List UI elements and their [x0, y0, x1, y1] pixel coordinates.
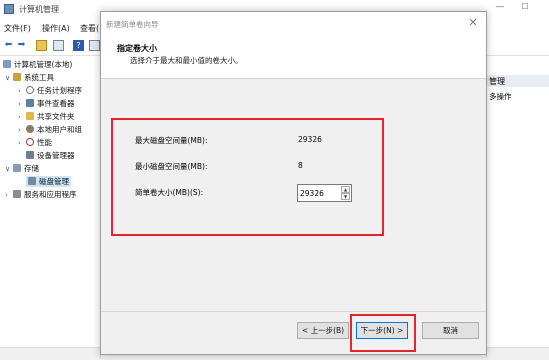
- computer-icon: [3, 60, 11, 68]
- wizard-heading: 指定卷大小: [117, 44, 157, 53]
- storage-icon: [13, 164, 21, 172]
- wizard-header: 指定卷大小 选择介于最大和最小值的卷大小。: [101, 34, 486, 79]
- tree-label: 系统工具: [24, 73, 54, 82]
- maximize-button[interactable]: ☐: [518, 2, 532, 14]
- chevron-down-icon[interactable]: ∨: [5, 165, 13, 173]
- background-window-title: 计算机管理: [19, 5, 59, 14]
- tree-label: 本地用户和组: [37, 125, 82, 134]
- new-simple-volume-wizard: 新建简单卷向导 ✕ 指定卷大小 选择介于最大和最小值的卷大小。 最大磁盘空间量(…: [100, 11, 487, 355]
- next-button-highlight-box: [350, 314, 416, 352]
- chevron-right-icon[interactable]: ›: [5, 191, 13, 199]
- tree-item-computer-management[interactable]: 计算机管理(本地): [3, 59, 72, 70]
- up-folder-icon[interactable]: [36, 40, 47, 51]
- properties-icon[interactable]: [89, 40, 100, 51]
- tree-item-event-viewer[interactable]: › 事件查看器: [18, 98, 75, 109]
- tree-item-disk-management[interactable]: 磁盘管理: [26, 176, 71, 187]
- navigation-tree: 计算机管理(本地) ∨ 系统工具 › 任务计划程序 › 事件查看器 › 共享文件夹 › 本…: [0, 57, 101, 347]
- actions-header: 管理: [487, 75, 549, 87]
- tree-item-storage[interactable]: ∨ 存储: [5, 163, 39, 174]
- tree-item-system-tools[interactable]: ∨ 系统工具: [5, 72, 54, 83]
- tree-item-performance[interactable]: › 性能: [18, 137, 52, 148]
- tree-item-services-applications[interactable]: › 服务和应用程序: [5, 189, 77, 200]
- clock-icon: [26, 86, 34, 94]
- tree-label: 计算机管理(本地): [14, 60, 73, 69]
- disk-icon: [28, 177, 36, 185]
- tree-item-shared-folders[interactable]: › 共享文件夹: [18, 111, 75, 122]
- help-icon[interactable]: ?: [73, 40, 84, 51]
- menu-file[interactable]: 文件(F): [4, 23, 31, 34]
- computer-management-icon: [4, 4, 14, 14]
- wizard-subheading: 选择介于最大和最小值的卷大小。: [130, 56, 243, 65]
- cancel-button[interactable]: 取消: [422, 322, 479, 339]
- dialog-title: 新建简单卷向导: [106, 20, 159, 29]
- show-hide-tree-icon[interactable]: [53, 40, 64, 51]
- tree-label: 存储: [24, 164, 39, 173]
- forward-arrow-icon[interactable]: ➡: [16, 40, 27, 51]
- users-icon: [26, 125, 34, 133]
- status-segment: [0, 350, 101, 358]
- chevron-right-icon[interactable]: ›: [18, 126, 26, 134]
- back-arrow-icon[interactable]: ⬅: [3, 40, 14, 51]
- menu-action[interactable]: 操作(A): [42, 23, 70, 34]
- tree-label: 事件查看器: [37, 99, 75, 108]
- tree-item-task-scheduler[interactable]: › 任务计划程序: [18, 85, 82, 96]
- more-actions-link[interactable]: 多操作: [489, 91, 512, 102]
- tree-label: 磁盘管理: [39, 177, 69, 186]
- minimize-button[interactable]: —: [493, 2, 507, 14]
- chevron-right-icon[interactable]: ›: [18, 100, 26, 108]
- device-manager-icon: [26, 151, 34, 159]
- tree-label: 服务和应用程序: [24, 190, 77, 199]
- fields-highlight-box: [111, 118, 384, 236]
- close-icon[interactable]: ✕: [466, 16, 480, 30]
- tree-label: 任务计划程序: [37, 86, 82, 95]
- actions-header-label: 管理: [489, 77, 505, 86]
- dialog-divider: [101, 311, 486, 312]
- tree-label: 设备管理器: [37, 151, 75, 160]
- shared-folder-icon: [26, 112, 34, 120]
- back-button[interactable]: < 上一步(B): [297, 322, 349, 339]
- tree-label: 性能: [37, 138, 52, 147]
- menu-view[interactable]: 查看(: [80, 23, 99, 34]
- performance-icon: [26, 138, 34, 146]
- chevron-right-icon[interactable]: ›: [18, 113, 26, 121]
- tree-label: 共享文件夹: [37, 112, 75, 121]
- chevron-right-icon[interactable]: ›: [18, 87, 26, 95]
- services-icon: [13, 190, 21, 198]
- event-viewer-icon: [26, 99, 34, 107]
- tools-icon: [13, 73, 21, 81]
- chevron-down-icon[interactable]: ∨: [5, 74, 13, 82]
- tree-item-device-manager[interactable]: 设备管理器: [26, 150, 75, 161]
- dialog-titlebar: 新建简单卷向导 ✕: [101, 12, 486, 34]
- chevron-right-icon[interactable]: ›: [18, 139, 26, 147]
- tree-item-local-users[interactable]: › 本地用户和组: [18, 124, 82, 135]
- actions-pane: 管理 多操作: [486, 57, 549, 347]
